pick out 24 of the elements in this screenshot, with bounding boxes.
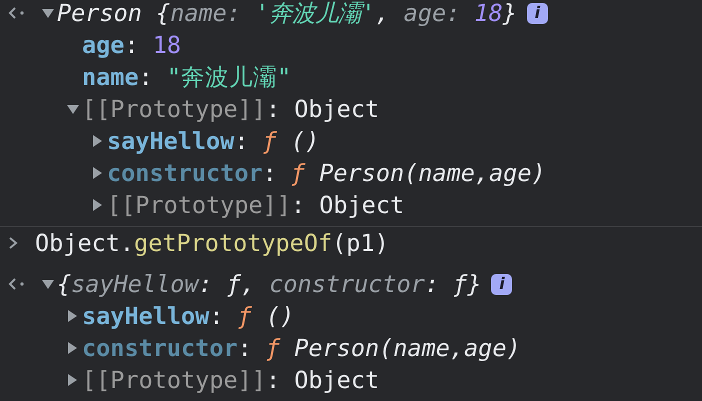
triangle-right-icon[interactable] <box>66 309 78 323</box>
object-property: name: "奔波儿灞" <box>82 62 292 93</box>
object-property: constructor: ƒ Person(name,age) <box>107 159 546 187</box>
info-badge[interactable]: i <box>491 274 512 294</box>
object-property: [[Prototype]]: Object <box>107 191 404 219</box>
object-property: sayHellow: ƒ () <box>107 127 320 155</box>
object-preview: {sayHellow: ƒ, constructor: ƒ} <box>57 270 482 298</box>
info-badge[interactable]: i <box>526 2 548 24</box>
object-property: constructor: ƒ Person(name,age) <box>82 334 521 362</box>
triangle-right-icon[interactable] <box>91 134 103 148</box>
triangle-right-icon[interactable] <box>91 166 103 180</box>
object-preview: Person {name: '奔波儿灞', age: 18} <box>57 0 517 29</box>
object-property: [[Prototype]]: Object <box>82 366 380 394</box>
triangle-down-icon[interactable] <box>41 7 55 19</box>
object-property: age: 18 <box>82 31 182 59</box>
triangle-right-icon[interactable] <box>66 373 78 387</box>
triangle-down-icon[interactable] <box>66 103 80 115</box>
triangle-down-icon[interactable] <box>41 278 55 290</box>
console-input-code: Object.getPrototypeOf(p1) <box>35 229 389 257</box>
object-property: sayHellow: ƒ () <box>82 302 294 330</box>
chevron-right-icon <box>8 236 18 250</box>
object-property: [[Prototype]]: Object <box>82 95 380 123</box>
triangle-right-icon[interactable] <box>66 341 78 355</box>
triangle-right-icon[interactable] <box>91 198 103 212</box>
